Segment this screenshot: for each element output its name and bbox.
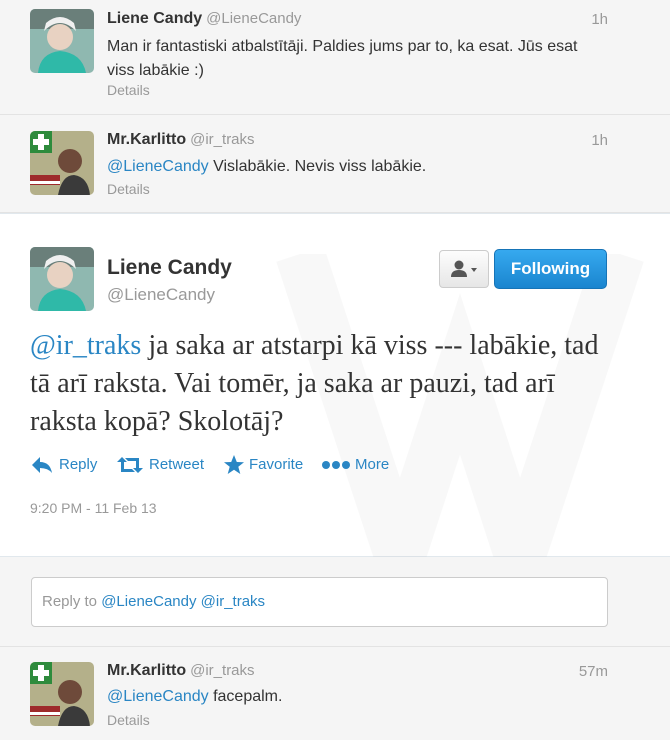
tweet-list-item[interactable]: Mr.Karlitto @ir_traks 1h @LieneCandy Visl… [0, 115, 670, 213]
reply-mentions: @LieneCandy @ir_traks [101, 593, 266, 610]
tweet-list-item[interactable]: Liene Candy @LieneCandy 1h Man ir fantast… [0, 0, 670, 115]
tweet-text: Man ir fantastiski atbalstītāji. Paldies… [107, 38, 578, 79]
tweet-text: @LieneCandy Vislabākie. Nevis viss labāk… [107, 158, 427, 175]
person-icon [451, 260, 477, 277]
author-name[interactable]: Liene Candy @LieneCandy [107, 10, 301, 28]
mention-link[interactable]: @LieneCandy [107, 688, 209, 705]
tweet-time[interactable]: 1h [591, 132, 608, 149]
author-handle[interactable]: @ir_traks [190, 131, 254, 148]
tweet-time[interactable]: 1h [591, 11, 608, 28]
caret-down-icon [471, 268, 477, 272]
mention-link[interactable]: @LieneCandy [107, 158, 209, 175]
following-button[interactable]: Following [494, 249, 607, 289]
tweet-text: @ir_traks ja saka ar atstarpi kā viss --… [30, 330, 599, 437]
tweet-timestamp[interactable]: 9:20 PM - 11 Feb 13 [30, 500, 157, 516]
reply-icon [32, 457, 52, 473]
more-action[interactable]: More [321, 454, 401, 476]
details-link[interactable]: Details [107, 82, 150, 98]
avatar[interactable] [30, 662, 94, 726]
author-handle[interactable]: @LieneCandy [206, 10, 301, 27]
details-link[interactable]: Details [107, 712, 150, 728]
favorite-action[interactable]: Favorite [223, 454, 313, 476]
mention-link[interactable]: @ir_traks [30, 330, 141, 361]
reply-area: Reply to @LieneCandy @ir_traks [0, 557, 670, 647]
avatar[interactable] [30, 247, 94, 311]
avatar[interactable] [30, 9, 94, 73]
avatar[interactable] [30, 131, 94, 195]
reply-input[interactable]: Reply to @LieneCandy @ir_traks [31, 577, 608, 627]
retweet-action[interactable]: Retweet [117, 454, 212, 476]
tweet-time[interactable]: 57m [579, 663, 608, 680]
author-name[interactable]: Liene Candy [107, 256, 232, 280]
details-link[interactable]: Details [107, 181, 150, 197]
expanded-tweet: Liene Candy @LieneCandy Following @ir_tr… [0, 213, 670, 558]
more-dots-icon [322, 461, 350, 469]
retweet-icon [117, 457, 143, 473]
tweet-text: @LieneCandy facepalm. [107, 688, 283, 705]
author-name[interactable]: Mr.Karlitto @ir_traks [107, 662, 255, 680]
author-handle[interactable]: @ir_traks [190, 662, 254, 679]
author-handle[interactable]: @LieneCandy [107, 285, 215, 305]
user-actions-dropdown[interactable] [439, 250, 489, 288]
tweet-list-item[interactable]: Mr.Karlitto @ir_traks 57m @LieneCandy fac… [0, 647, 670, 740]
reply-action[interactable]: Reply [30, 454, 105, 476]
author-name[interactable]: Mr.Karlitto @ir_traks [107, 131, 255, 149]
star-icon [224, 455, 244, 474]
